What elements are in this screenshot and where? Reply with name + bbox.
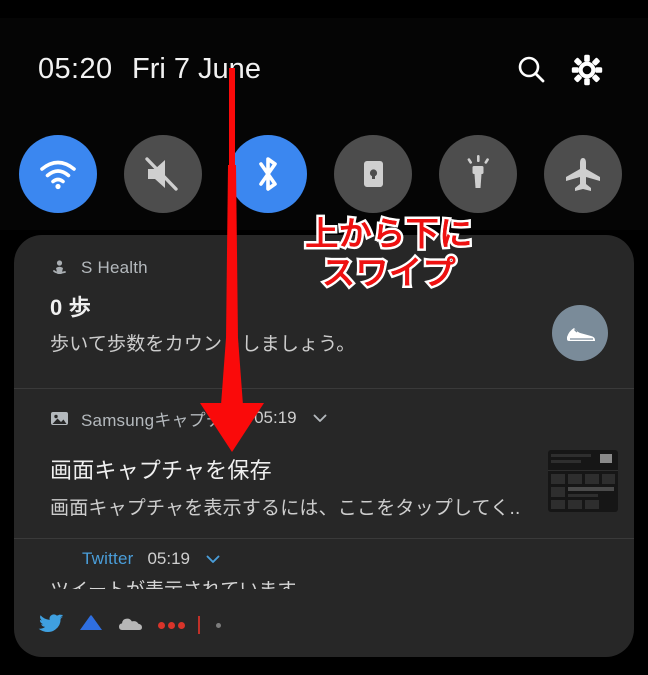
three-dots-red[interactable] xyxy=(158,621,188,629)
search-icon[interactable] xyxy=(513,52,549,88)
chevron-down-icon[interactable] xyxy=(311,409,329,427)
notification-panel: S Health 0 歩 歩いて歩数をカウントしましょう。 Samsungキャプ… xyxy=(14,235,634,657)
twitter-body-clipped: ツイートが表示されています xyxy=(50,580,610,589)
divider-1 xyxy=(14,388,634,389)
app-icon-tray xyxy=(38,608,221,642)
twitter-icon[interactable] xyxy=(38,612,64,639)
swipe-instruction-text: 上から下に スワイプ xyxy=(284,214,494,292)
shealth-app-row: S Health xyxy=(50,257,148,279)
toggle-bluetooth[interactable] xyxy=(229,135,307,213)
image-icon xyxy=(50,409,69,428)
toggle-flashlight[interactable] xyxy=(439,135,517,213)
sneaker-badge xyxy=(552,305,608,361)
annot-line2: スワイプ xyxy=(322,253,456,292)
annot-line1: 上から下に xyxy=(305,214,473,253)
status-clock: 05:20 xyxy=(38,53,113,85)
divider-2 xyxy=(14,538,634,539)
shealth-app-name: S Health xyxy=(81,258,148,277)
twitter-time: 05:19 xyxy=(147,549,191,568)
chevron-down-icon[interactable] xyxy=(204,550,222,568)
screenshot-thumbnail[interactable] xyxy=(548,450,618,512)
quick-settings-row xyxy=(0,135,648,217)
gear-icon[interactable] xyxy=(569,52,605,88)
capture-title: 画面キャプチャを保存 xyxy=(50,458,272,483)
gray-dot xyxy=(216,622,221,628)
twitter-app-row: Twitter 05:19 xyxy=(82,548,222,570)
notification-header: 05:20 Fri 7 June xyxy=(0,50,648,102)
gray-cloud-icon[interactable] xyxy=(118,612,144,639)
capture-app-name: Samsungキャプチャ xyxy=(81,410,241,430)
capture-body: 画面キャプチャを表示するには、ここをタップしてく.. xyxy=(50,498,521,519)
toggle-wifi[interactable] xyxy=(19,135,97,213)
capture-time: 05:19 xyxy=(254,408,297,427)
toggle-sound-mute[interactable] xyxy=(124,135,202,213)
capture-app-row: Samsungキャプチャ 05:19 xyxy=(50,407,329,430)
status-date: Fri 7 June xyxy=(132,53,261,85)
twitter-app-name: Twitter xyxy=(82,549,134,568)
phone-screen: 05:20 Fri 7 June S Health 0 歩 歩いて歩数をカウント… xyxy=(0,0,648,675)
status-panel: 05:20 Fri 7 June xyxy=(0,18,648,230)
shealth-title: 0 歩 xyxy=(50,295,91,320)
shealth-icon xyxy=(50,259,69,278)
toggle-auto-rotate-lock[interactable] xyxy=(334,135,412,213)
tray-caret xyxy=(198,616,200,634)
shealth-body: 歩いて歩数をカウントしましょう。 xyxy=(50,334,356,355)
toggle-airplane-mode[interactable] xyxy=(544,135,622,213)
blue-cloud-icon[interactable] xyxy=(78,612,104,639)
